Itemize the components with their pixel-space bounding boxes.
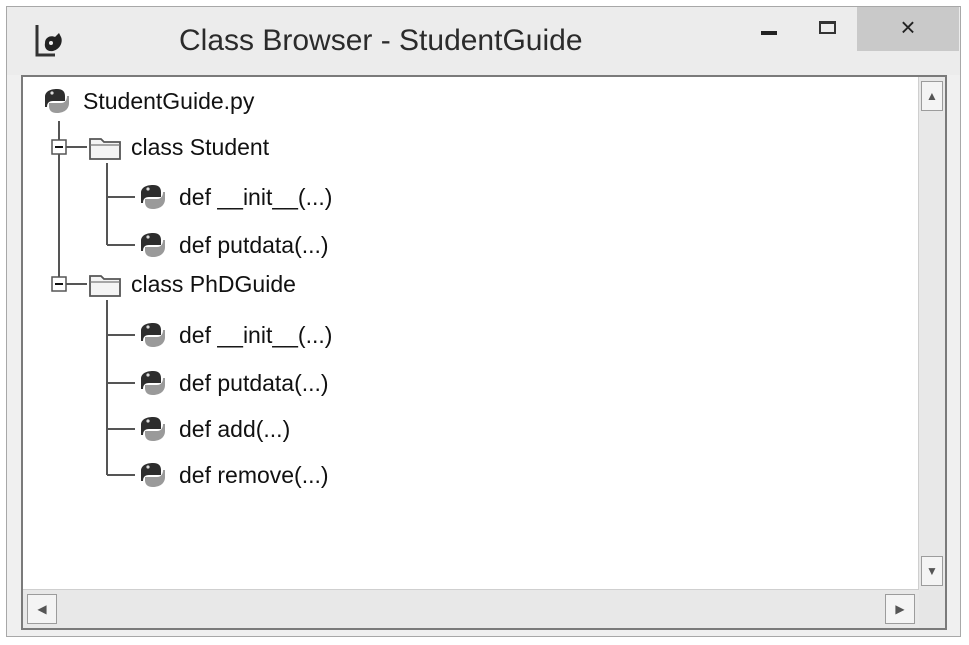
python-icon bbox=[141, 371, 165, 395]
tree-node-method[interactable]: def __init__(...) bbox=[135, 177, 332, 217]
arrow-left-icon: ◀ bbox=[37, 602, 47, 616]
class-label: class Student bbox=[131, 133, 270, 160]
method-label: def __init__(...) bbox=[179, 183, 333, 210]
arrow-up-icon: ▲ bbox=[926, 89, 938, 103]
expander-phdguide[interactable] bbox=[51, 276, 67, 292]
tree-node-class[interactable]: class PhDGuide bbox=[87, 264, 296, 304]
python-icon bbox=[141, 417, 165, 441]
horizontal-scrollbar[interactable]: ◀ ▶ bbox=[23, 589, 919, 628]
idle-icon[interactable] bbox=[29, 21, 69, 61]
tree-node-class[interactable]: class Student bbox=[87, 127, 269, 167]
class-label: class PhDGuide bbox=[131, 270, 296, 297]
tree-node-method[interactable]: def putdata(...) bbox=[135, 225, 329, 265]
close-button[interactable]: × bbox=[857, 7, 959, 51]
method-label: def putdata(...) bbox=[179, 231, 329, 258]
class-browser-window: Class Browser - StudentGuide × StudentGu… bbox=[6, 6, 961, 637]
method-label: def putdata(...) bbox=[179, 369, 329, 396]
minimize-icon bbox=[761, 31, 777, 35]
close-icon: × bbox=[900, 12, 916, 42]
expander-student[interactable] bbox=[51, 139, 67, 155]
python-icon bbox=[45, 89, 69, 113]
folder-icon bbox=[89, 138, 121, 160]
python-icon bbox=[141, 463, 165, 487]
scrollbar-corner bbox=[919, 590, 945, 628]
scroll-up-button[interactable]: ▲ bbox=[921, 81, 943, 111]
scroll-right-button[interactable]: ▶ bbox=[885, 594, 915, 624]
method-label: def add(...) bbox=[179, 415, 291, 442]
scroll-down-button[interactable]: ▼ bbox=[921, 556, 943, 586]
tree-node-method[interactable]: def add(...) bbox=[135, 409, 290, 449]
vertical-scrollbar[interactable]: ▲ ▼ bbox=[918, 77, 945, 590]
window-title: Class Browser - StudentGuide bbox=[179, 24, 583, 57]
python-icon bbox=[141, 323, 165, 347]
module-label: StudentGuide.py bbox=[83, 87, 255, 114]
scroll-left-button[interactable]: ◀ bbox=[27, 594, 57, 624]
maximize-icon bbox=[818, 20, 836, 34]
tree-node-method[interactable]: def __init__(...) bbox=[135, 315, 332, 355]
minimize-button[interactable] bbox=[745, 7, 793, 51]
arrow-right-icon: ▶ bbox=[895, 602, 905, 616]
folder-icon bbox=[89, 275, 121, 297]
arrow-down-icon: ▼ bbox=[926, 564, 938, 578]
title-bar[interactable]: Class Browser - StudentGuide × bbox=[7, 7, 960, 75]
tree-view[interactable]: StudentGuide.py class Student def __init… bbox=[23, 77, 919, 590]
tree-node-method[interactable]: def remove(...) bbox=[135, 455, 329, 495]
tree-node-module[interactable]: StudentGuide.py bbox=[39, 81, 254, 121]
method-label: def remove(...) bbox=[179, 461, 329, 488]
maximize-button[interactable] bbox=[803, 7, 851, 51]
python-icon bbox=[141, 185, 165, 209]
tree-node-method[interactable]: def putdata(...) bbox=[135, 363, 329, 403]
class-browser-pane: StudentGuide.py class Student def __init… bbox=[21, 75, 947, 630]
python-icon bbox=[141, 233, 165, 257]
method-label: def __init__(...) bbox=[179, 321, 333, 348]
